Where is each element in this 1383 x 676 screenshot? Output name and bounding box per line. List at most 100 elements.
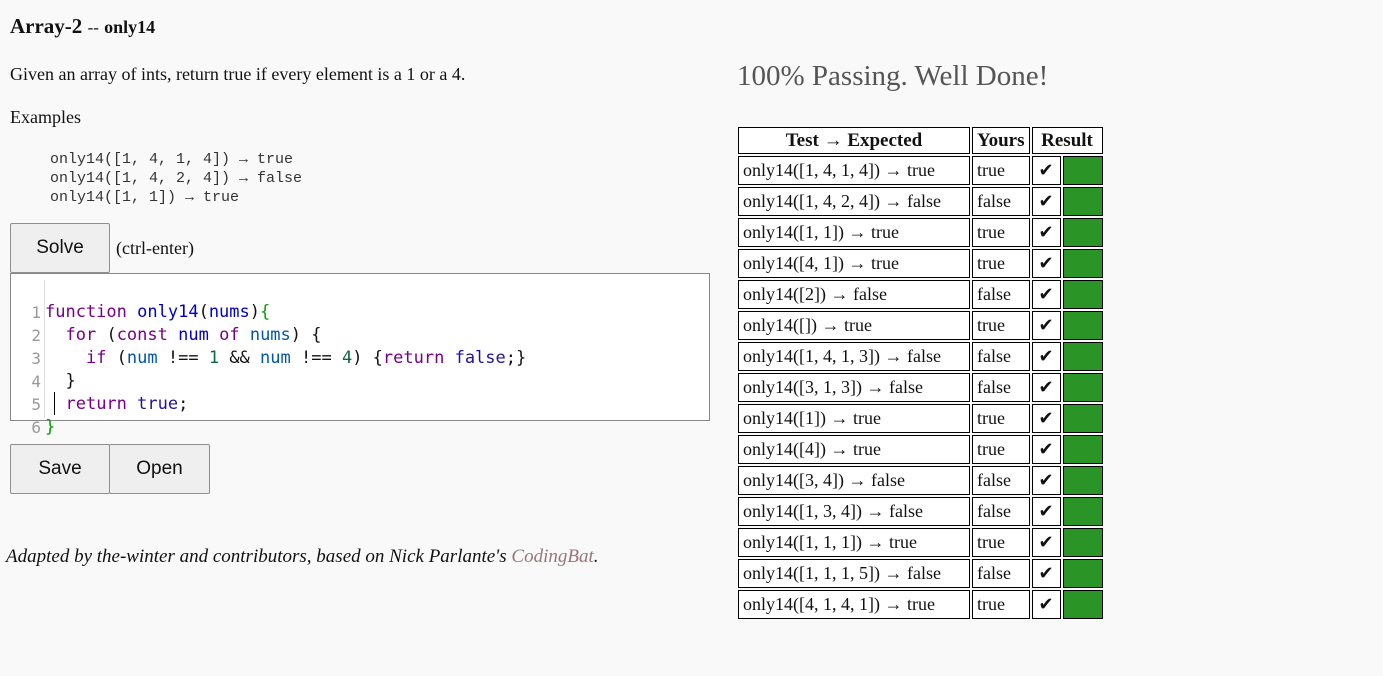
table-row: only14([1, 1, 1]) → true true ✔ — [738, 528, 1103, 557]
test-expected-cell: only14([1, 4, 1, 4]) → true — [738, 156, 970, 185]
checkmark-icon: ✔ — [1031, 156, 1061, 185]
test-expected-cell: only14([1, 1]) → true — [738, 218, 970, 247]
example-line: only14([1, 1]) → true — [50, 189, 240, 206]
examples-heading: Examples — [10, 107, 81, 127]
code-line[interactable]: 3 if (num !== 1 && num !== 4) {return fa… — [11, 324, 526, 368]
example-line: only14([1, 4, 2, 4]) → false — [50, 170, 303, 187]
test-expected-cell: only14([3, 1, 3]) → false — [738, 373, 970, 402]
code-line[interactable]: 5 return true; — [11, 370, 188, 414]
checkmark-icon: ✔ — [1031, 435, 1061, 464]
pass-indicator — [1062, 435, 1103, 464]
checkmark-icon: ✔ — [1031, 218, 1061, 247]
table-row: only14([4, 1, 4, 1]) → true true ✔ — [738, 590, 1103, 619]
codingbat-link[interactable]: CodingBat — [511, 546, 593, 567]
yours-cell: true — [972, 311, 1030, 340]
test-expected-cell: only14([1, 1, 1]) → true — [738, 528, 970, 557]
table-row: only14([1]) → true true ✔ — [738, 404, 1103, 433]
pass-indicator — [1062, 218, 1103, 247]
table-row: only14([4]) → true true ✔ — [738, 435, 1103, 464]
test-expected-cell: only14([1]) → true — [738, 404, 970, 433]
pass-indicator — [1062, 342, 1103, 371]
solve-button[interactable]: Solve — [10, 223, 110, 273]
test-expected-cell: only14([1, 4, 2, 4]) → false — [738, 187, 970, 216]
checkmark-icon: ✔ — [1031, 404, 1061, 433]
pass-indicator — [1062, 280, 1103, 309]
checkmark-icon: ✔ — [1031, 187, 1061, 216]
checkmark-icon: ✔ — [1031, 249, 1061, 278]
checkmark-icon: ✔ — [1031, 590, 1061, 619]
page-title: Array-2 -- only14 — [10, 14, 155, 39]
examples-list: only14([1, 4, 1, 4]) → true only14([1, 4… — [50, 150, 302, 207]
code-text: } — [45, 417, 56, 437]
code-text: for (const num of nums) { — [65, 325, 322, 345]
results-header-row: Test → Expected Yours Result — [738, 127, 1103, 154]
yours-cell: true — [972, 249, 1030, 278]
test-expected-cell: only14([4, 1]) → true — [738, 249, 970, 278]
line-number: 6 — [31, 418, 41, 437]
pass-indicator — [1062, 249, 1103, 278]
yours-cell: false — [972, 373, 1030, 402]
code-line[interactable]: 1 function only14(nums){ — [11, 278, 270, 322]
test-expected-cell: only14([1, 3, 4]) → false — [738, 497, 970, 526]
yours-cell: true — [972, 590, 1030, 619]
open-button[interactable]: Open — [109, 444, 210, 494]
table-row: only14([2]) → false false ✔ — [738, 280, 1103, 309]
yours-cell: false — [972, 342, 1030, 371]
table-row: only14([1, 1, 1, 5]) → false false ✔ — [738, 559, 1103, 588]
pass-indicator — [1062, 559, 1103, 588]
table-row: only14([1, 4, 2, 4]) → false false ✔ — [738, 187, 1103, 216]
results-table: Test → Expected Yours Result only14([1, … — [736, 125, 1105, 621]
checkmark-icon: ✔ — [1031, 497, 1061, 526]
pass-indicator — [1062, 156, 1103, 185]
test-expected-cell: only14([1, 4, 1, 3]) → false — [738, 342, 970, 371]
table-row: only14([1, 4, 1, 4]) → true true ✔ — [738, 156, 1103, 185]
yours-cell: true — [972, 435, 1030, 464]
footer-credit: Adapted by the-winter and contributors, … — [6, 546, 599, 568]
pass-indicator — [1062, 311, 1103, 340]
yours-cell: true — [972, 218, 1030, 247]
text-cursor — [54, 392, 55, 415]
code-line[interactable]: 6} — [11, 393, 72, 437]
problem-name: only14 — [104, 17, 156, 37]
code-text: function only14(nums){ — [45, 302, 271, 322]
test-expected-cell: only14([4]) → true — [738, 435, 970, 464]
checkmark-icon: ✔ — [1031, 559, 1061, 588]
yours-cell: false — [972, 466, 1030, 495]
checkmark-icon: ✔ — [1031, 528, 1061, 557]
save-button[interactable]: Save — [10, 444, 110, 494]
footer-text: Adapted by the-winter and contributors, … — [6, 546, 512, 567]
yours-cell: true — [972, 528, 1030, 557]
pass-indicator — [1062, 373, 1103, 402]
solve-shortcut-hint: (ctrl-enter) — [116, 238, 194, 258]
header-yours: Yours — [972, 127, 1030, 154]
yours-cell: false — [972, 497, 1030, 526]
code-line[interactable]: 2 for (const num of nums) { — [11, 301, 321, 345]
table-row: only14([3, 1, 3]) → false false ✔ — [738, 373, 1103, 402]
code-editor[interactable]: 1 function only14(nums){ 2 for (const num… — [10, 273, 710, 437]
yours-cell: false — [972, 559, 1030, 588]
checkmark-icon: ✔ — [1031, 280, 1061, 309]
table-row: only14([1, 3, 4]) → false false ✔ — [738, 497, 1103, 526]
table-row: only14([4, 1]) → true true ✔ — [738, 249, 1103, 278]
header-test-expected: Test → Expected — [738, 127, 970, 154]
pass-indicator — [1062, 528, 1103, 557]
category-label: Array-2 — [10, 14, 83, 38]
table-row: only14([1, 1]) → true true ✔ — [738, 218, 1103, 247]
example-line: only14([1, 4, 1, 4]) → true — [50, 151, 294, 168]
header-result: Result — [1031, 127, 1103, 154]
test-expected-cell: only14([3, 4]) → false — [738, 466, 970, 495]
pass-indicator — [1062, 466, 1103, 495]
test-expected-cell: only14([1, 1, 1, 5]) → false — [738, 559, 970, 588]
pass-indicator — [1062, 497, 1103, 526]
yours-cell: true — [972, 156, 1030, 185]
code-line[interactable]: 4 } — [11, 347, 75, 391]
test-expected-cell: only14([4, 1, 4, 1]) → true — [738, 590, 970, 619]
code-text: if (num !== 1 && num !== 4) {return fals… — [85, 348, 527, 368]
table-row: only14([1, 4, 1, 3]) → false false ✔ — [738, 342, 1103, 371]
test-expected-cell: only14([]) → true — [738, 311, 970, 340]
checkmark-icon: ✔ — [1031, 311, 1061, 340]
problem-description: Given an array of ints, return true if e… — [10, 64, 466, 84]
footer-end: . — [593, 546, 599, 567]
checkmark-icon: ✔ — [1031, 342, 1061, 371]
test-expected-cell: only14([2]) → false — [738, 280, 970, 309]
